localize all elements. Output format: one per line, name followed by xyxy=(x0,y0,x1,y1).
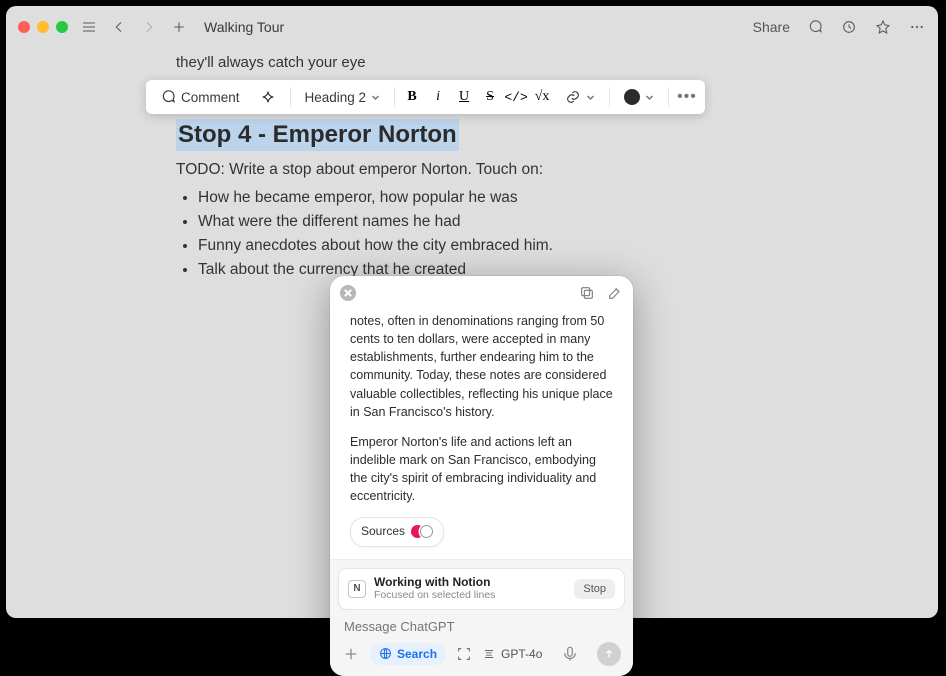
text-color-button[interactable] xyxy=(618,85,660,109)
color-swatch-icon xyxy=(624,89,640,105)
favorite-icon[interactable] xyxy=(874,18,892,36)
list-item[interactable]: How he became emperor, how popular he wa… xyxy=(198,189,874,207)
code-button[interactable]: </> xyxy=(507,90,525,105)
sidebar-toggle-icon[interactable] xyxy=(80,18,98,36)
sources-favicons-icon xyxy=(411,525,433,538)
compose-icon[interactable] xyxy=(607,285,623,301)
toolbar-more-icon[interactable]: ••• xyxy=(677,88,697,106)
response-paragraph[interactable]: Emperor Norton's life and actions left a… xyxy=(350,433,613,506)
response-paragraph[interactable]: notes, often in denominations ranging fr… xyxy=(350,312,613,421)
link-button[interactable] xyxy=(559,85,601,109)
italic-button[interactable]: i xyxy=(429,89,447,105)
turn-into-label: Heading 2 xyxy=(305,90,367,105)
titlebar: Walking Tour Share xyxy=(6,6,938,48)
window-zoom-dot[interactable] xyxy=(56,21,68,33)
nav-back-icon[interactable] xyxy=(110,18,128,36)
sources-button[interactable]: Sources xyxy=(350,517,444,546)
window-minimize-dot[interactable] xyxy=(37,21,49,33)
nav-forward-icon[interactable] xyxy=(140,18,158,36)
sources-label: Sources xyxy=(361,523,405,540)
overlay-close-button[interactable] xyxy=(340,285,356,301)
page-more-icon[interactable] xyxy=(908,18,926,36)
context-title: Working with Notion xyxy=(374,576,495,590)
copy-icon[interactable] xyxy=(579,285,595,301)
comments-icon[interactable] xyxy=(806,18,824,36)
comment-button[interactable]: Comment xyxy=(154,85,246,109)
comment-label: Comment xyxy=(181,90,240,105)
model-label: GPT-4o xyxy=(501,647,542,661)
focus-icon[interactable] xyxy=(456,646,472,662)
message-input[interactable] xyxy=(338,616,625,642)
send-button[interactable] xyxy=(597,642,621,666)
selection-toolbar: Comment Heading 2 B i U S </> √x ••• xyxy=(146,80,705,114)
updates-icon[interactable] xyxy=(840,18,858,36)
bold-button[interactable]: B xyxy=(403,89,421,105)
overlay-input-area: N Working with Notion Focused on selecte… xyxy=(330,559,633,676)
body-text-fragment[interactable]: they'll always catch your eye xyxy=(176,54,874,71)
context-subtitle: Focused on selected lines xyxy=(374,589,495,601)
share-button[interactable]: Share xyxy=(753,19,790,35)
list-item[interactable]: Funny anecdotes about how the city embra… xyxy=(198,237,874,255)
underline-button[interactable]: U xyxy=(455,89,473,105)
model-selector[interactable]: GPT-4o xyxy=(482,647,542,661)
search-label: Search xyxy=(397,647,437,661)
context-pill[interactable]: N Working with Notion Focused on selecte… xyxy=(338,568,625,610)
new-page-icon[interactable] xyxy=(170,18,188,36)
overlay-action-row: Search GPT-4o xyxy=(338,642,625,668)
heading-stop-4[interactable]: Stop 4 - Emperor Norton xyxy=(176,119,459,151)
todo-intro[interactable]: TODO: Write a stop about emperor Norton.… xyxy=(176,161,874,179)
web-search-toggle[interactable]: Search xyxy=(370,643,446,665)
window-close-dot[interactable] xyxy=(18,21,30,33)
list-item[interactable]: What were the different names he had xyxy=(198,213,874,231)
attach-icon[interactable] xyxy=(342,645,360,663)
stop-button[interactable]: Stop xyxy=(574,579,615,599)
overlay-response: notes, often in denominations ranging fr… xyxy=(330,304,633,559)
mic-icon[interactable] xyxy=(561,645,579,663)
ai-suggest-icon[interactable] xyxy=(254,85,282,109)
overlay-header xyxy=(330,276,633,304)
equation-button[interactable]: √x xyxy=(533,89,551,105)
strikethrough-button[interactable]: S xyxy=(481,89,499,105)
notion-app-icon: N xyxy=(348,580,366,598)
todo-list: How he became emperor, how popular he wa… xyxy=(198,189,874,279)
turn-into-dropdown[interactable]: Heading 2 xyxy=(299,86,387,109)
chatgpt-overlay: notes, often in denominations ranging fr… xyxy=(330,276,633,676)
window-controls xyxy=(18,21,68,33)
breadcrumb[interactable]: Walking Tour xyxy=(204,19,284,35)
